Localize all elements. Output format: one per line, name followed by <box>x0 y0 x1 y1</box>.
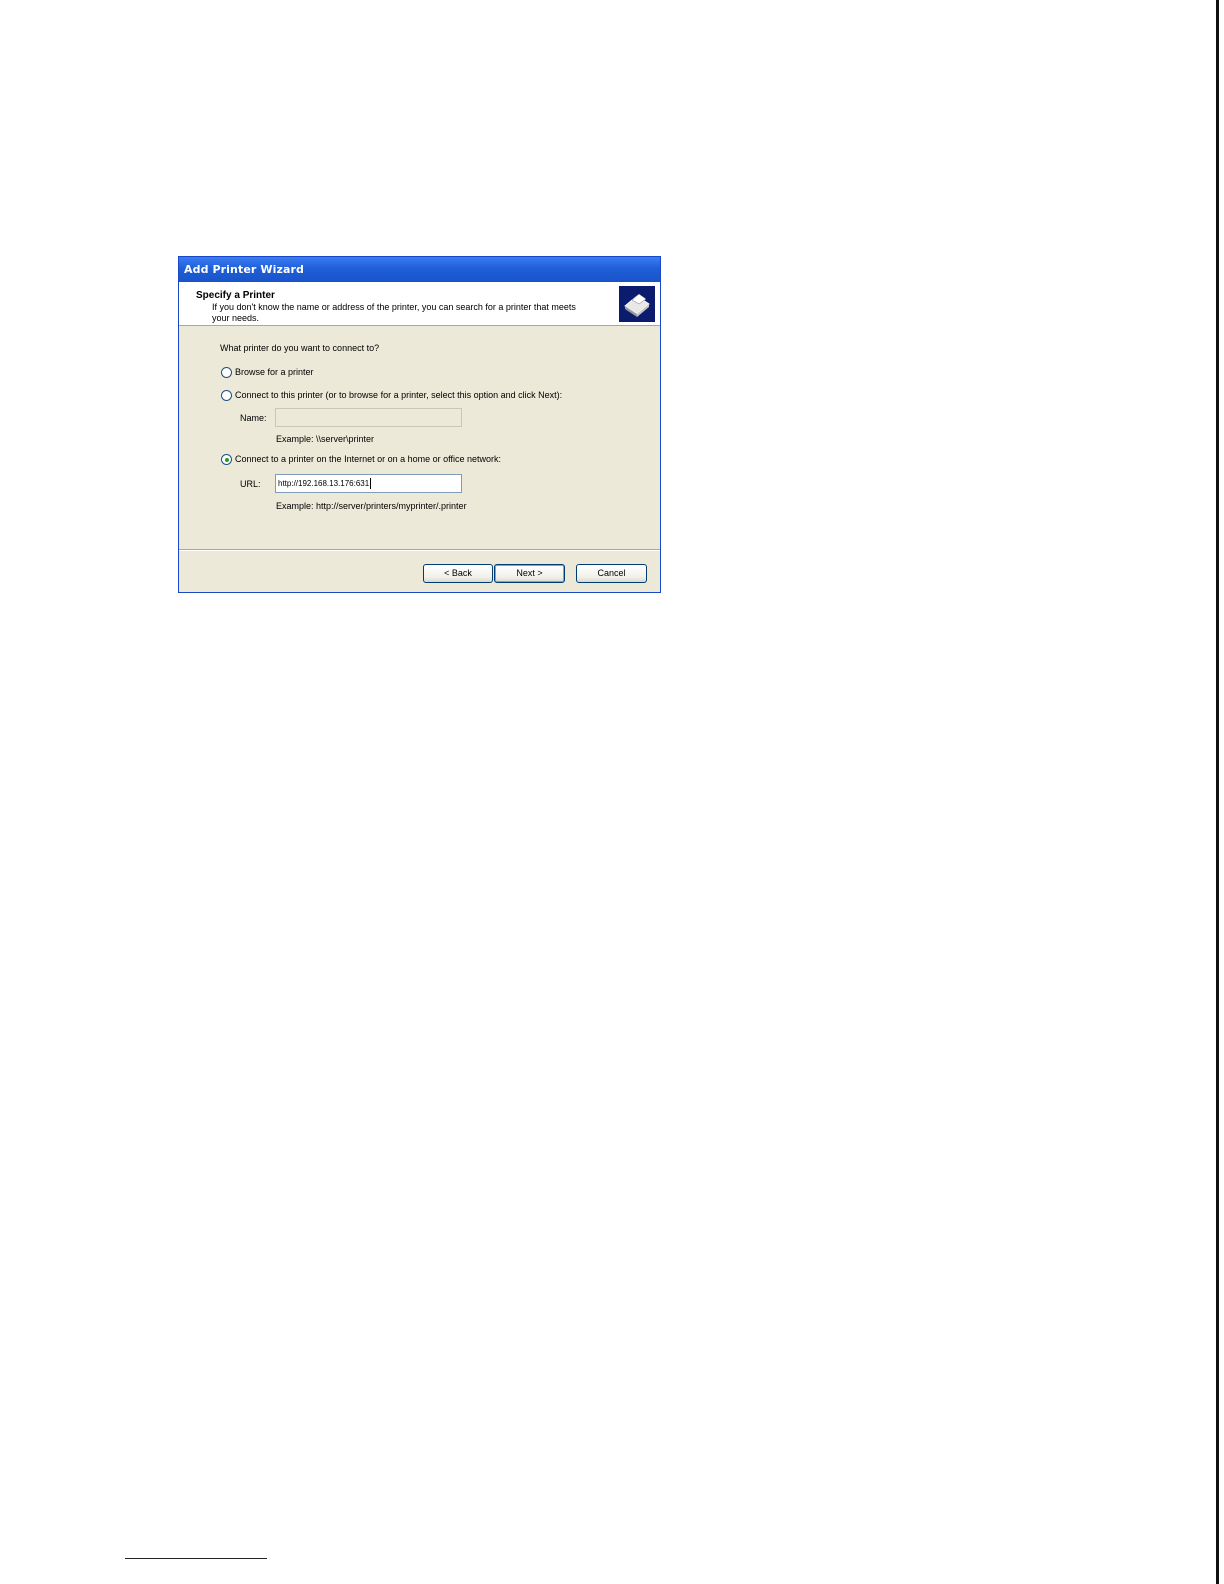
printer-icon <box>619 286 655 322</box>
cancel-button[interactable]: Cancel <box>576 564 647 583</box>
radio-browse[interactable] <box>221 367 232 378</box>
footer-separator <box>179 549 660 551</box>
header-title: Specify a Printer <box>196 290 275 301</box>
radio-selected-dot <box>225 458 229 462</box>
name-input[interactable] <box>275 408 462 427</box>
header-description: If you don't know the name or address of… <box>212 302 576 323</box>
next-button[interactable]: Next > <box>494 564 565 583</box>
window-title-bar[interactable]: Add Printer Wizard <box>179 257 660 282</box>
option-connect-this-printer-label[interactable]: Connect to this printer (or to browse fo… <box>235 390 562 400</box>
page-edge-line <box>1216 0 1219 1584</box>
name-field-label: Name: <box>240 413 267 423</box>
radio-connect-internet[interactable] <box>221 454 232 465</box>
option-browse-label[interactable]: Browse for a printer <box>235 367 314 377</box>
url-input[interactable]: http://192.168.13.176:631 <box>275 474 462 493</box>
window-title: Add Printer Wizard <box>184 263 304 276</box>
question-label: What printer do you want to connect to? <box>220 343 380 353</box>
wizard-header: Specify a Printer If you don't know the … <box>179 282 660 326</box>
url-input-value: http://192.168.13.176:631 <box>278 479 370 488</box>
option-connect-internet-label[interactable]: Connect to a printer on the Internet or … <box>235 454 501 464</box>
name-example: Example: \\server\printer <box>276 434 375 444</box>
add-printer-wizard-window: Add Printer Wizard Specify a Printer If … <box>178 256 661 593</box>
url-field-label: URL: <box>240 479 261 489</box>
back-button[interactable]: < Back <box>423 564 493 583</box>
radio-connect-this-printer[interactable] <box>221 390 232 401</box>
url-example: Example: http://server/printers/myprinte… <box>276 501 467 511</box>
footnote-rule <box>125 1558 267 1559</box>
text-caret <box>370 478 372 490</box>
